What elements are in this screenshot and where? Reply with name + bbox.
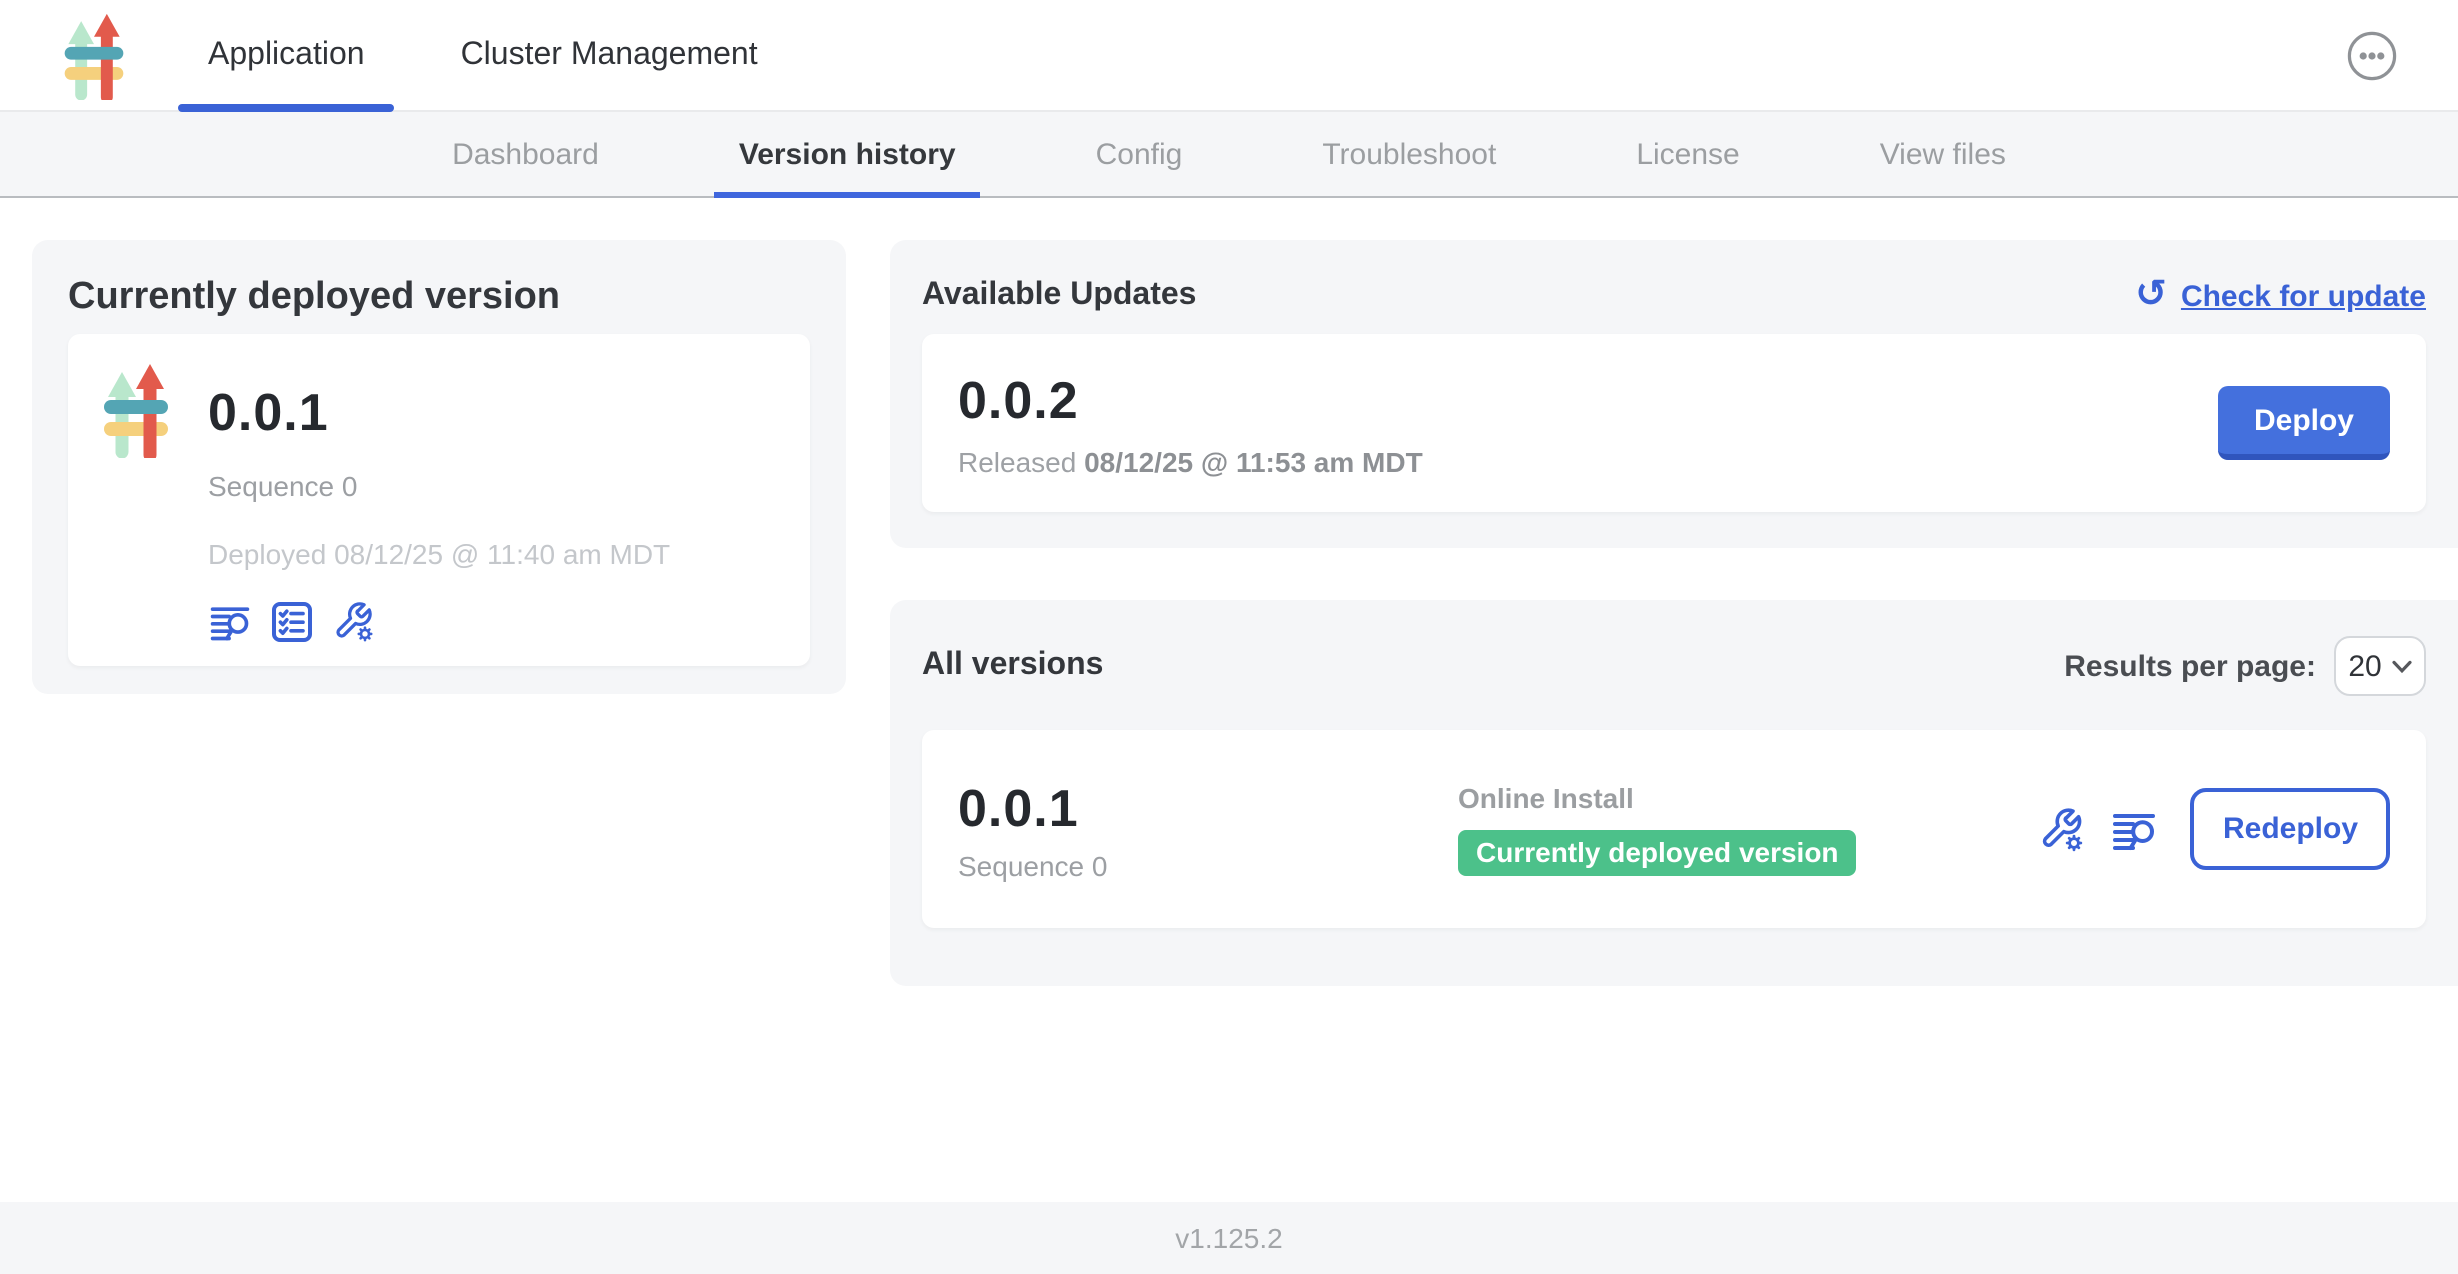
app-logo-icon [60,11,128,99]
deployed-version-panel: 0.0.1 Sequence 0 Deployed 08/12/25 @ 11:… [68,334,810,666]
page-footer: v1.125.2 [0,1202,2458,1274]
overflow-menu-button[interactable] [2346,29,2398,81]
chevron-down-icon [2392,659,2412,673]
main-content: Currently deployed version 0.0.1 Sequenc… [0,198,2458,1202]
tab-troubleshoot-label: Troubleshoot [1322,137,1496,171]
version-row-info: 0.0.1 Sequence 0 [958,777,1458,881]
check-for-update-link[interactable]: ↺ Check for update [2135,279,2426,313]
results-per-page-value: 20 [2348,649,2381,683]
version-row: 0.0.1 Sequence 0 Online Install Currentl… [922,730,2426,928]
tab-license-label: License [1636,137,1739,171]
config-icon[interactable] [2039,805,2087,853]
tab-config-label: Config [1096,137,1183,171]
currently-deployed-card: Currently deployed version 0.0.1 Sequenc… [32,240,846,694]
app-subnav: Dashboard Version history Config Trouble… [0,112,2458,198]
app-logo-icon [100,362,172,458]
preflight-checks-icon[interactable] [268,598,316,646]
status-badge: Currently deployed version [1458,830,1857,876]
version-row-actions: Redeploy [2039,788,2390,870]
deploy-button[interactable]: Deploy [2218,386,2390,460]
redeploy-button[interactable]: Redeploy [2191,788,2390,870]
row-version-number: 0.0.1 [958,777,1079,837]
available-updates-header: Available Updates ↺ Check for update [922,276,2426,316]
update-released-line: Released 08/12/25 @ 11:53 am MDT [958,445,1423,477]
currently-deployed-title: Currently deployed version [68,276,810,320]
all-versions-header: All versions Results per page: 20 [922,636,2426,696]
all-versions-title: All versions [922,648,1103,684]
tab-version-history-label: Version history [739,137,956,171]
install-type-label: Online Install [1458,782,2039,814]
released-label: Released [958,445,1076,477]
available-updates-card: Available Updates ↺ Check for update 0.0… [890,240,2458,548]
tab-dashboard-label: Dashboard [452,137,599,171]
deployed-version-number: 0.0.1 [208,378,774,446]
deployed-action-icons [208,598,774,646]
tab-license[interactable]: License [1632,112,1743,196]
tab-application[interactable]: Application [178,0,395,110]
version-row-status: Online Install Currently deployed versio… [1458,782,2039,876]
tab-dashboard[interactable]: Dashboard [448,112,603,196]
check-for-update-label: Check for update [2181,279,2426,313]
app-viewport: Application Cluster Management Dashboard… [0,0,2458,1274]
available-updates-title: Available Updates [922,278,1196,314]
console-version: v1.125.2 [1175,1222,1282,1254]
all-versions-card: All versions Results per page: 20 0.0.1 … [890,600,2458,986]
update-version-number: 0.0.2 [958,369,1423,431]
tab-cluster-management[interactable]: Cluster Management [431,0,788,110]
released-timestamp: 08/12/25 @ 11:53 am MDT [1084,445,1423,477]
top-header: Application Cluster Management [0,0,2458,112]
row-sequence: Sequence 0 [958,849,1458,881]
header-tabs: Application Cluster Management [178,0,788,110]
tab-application-label: Application [208,37,365,73]
update-info: 0.0.2 Released 08/12/25 @ 11:53 am MDT [958,369,1423,477]
ellipsis-menu-icon [2346,29,2398,81]
tab-cluster-management-label: Cluster Management [461,37,758,73]
available-update-row: 0.0.2 Released 08/12/25 @ 11:53 am MDT D… [922,334,2426,512]
deployed-timestamp: Deployed 08/12/25 @ 11:40 am MDT [208,538,774,570]
results-per-page-label: Results per page: [2064,649,2316,683]
logs-icon[interactable] [208,600,252,644]
deployed-sequence: Sequence 0 [208,470,774,502]
refresh-icon[interactable]: ↺ [2135,280,2167,312]
tab-view-files-label: View files [1880,137,2006,171]
config-icon[interactable] [332,600,376,644]
logs-icon[interactable] [2111,805,2159,853]
deployed-version-details: 0.0.1 Sequence 0 Deployed 08/12/25 @ 11:… [208,378,774,646]
tab-troubleshoot[interactable]: Troubleshoot [1318,112,1500,196]
tab-config[interactable]: Config [1092,112,1187,196]
right-column: Available Updates ↺ Check for update 0.0… [890,240,2458,1202]
results-per-page-select[interactable]: 20 [2334,636,2426,696]
tab-view-files[interactable]: View files [1876,112,2010,196]
results-per-page: Results per page: 20 [2064,636,2426,696]
tab-version-history[interactable]: Version history [735,112,960,196]
